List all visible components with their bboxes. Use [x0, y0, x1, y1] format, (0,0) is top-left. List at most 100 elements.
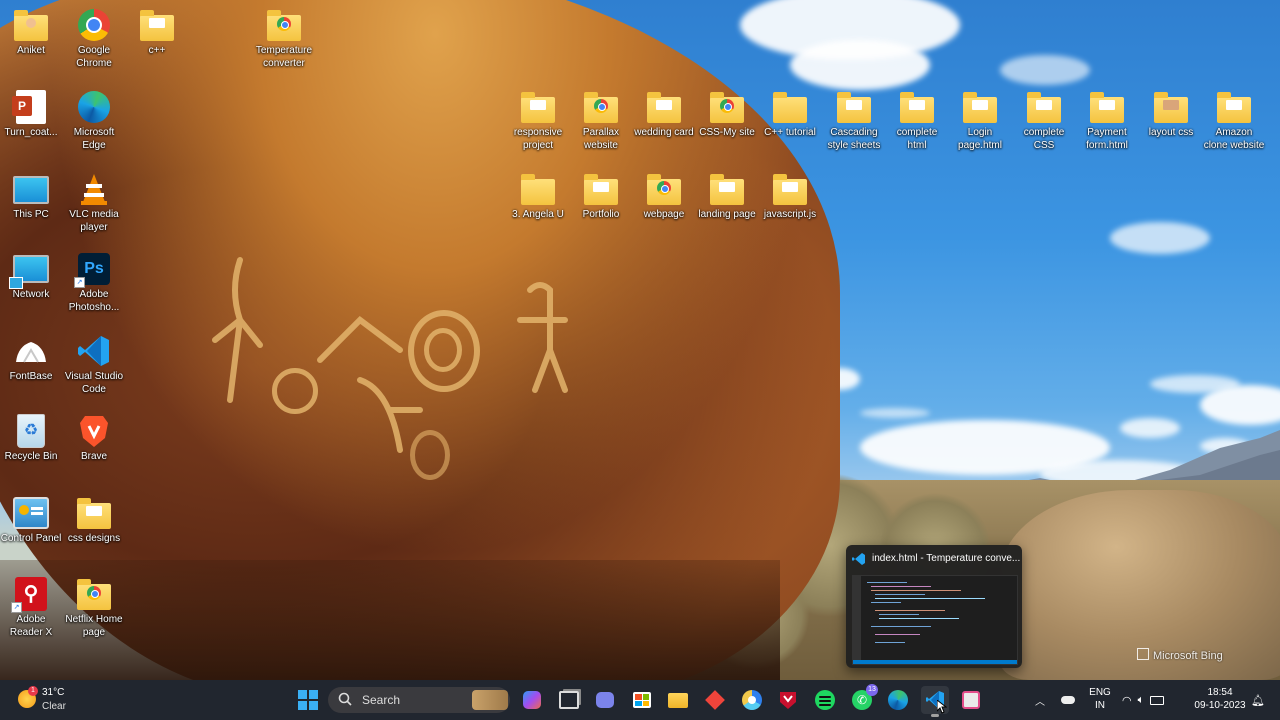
vlc-cone-icon	[81, 174, 107, 205]
desktop-icon-cpp-tutorial[interactable]: C++ tutorial	[759, 90, 821, 139]
desktop-icon-powerpoint[interactable]: P Turn_coat...	[0, 90, 62, 139]
desktop-icon-parallax-website[interactable]: Parallax website	[570, 90, 632, 152]
taskbar-chrome-canary[interactable]	[738, 686, 766, 714]
weather-widget[interactable]: 1 31°C Clear	[14, 684, 94, 716]
desktop-icon-vlc[interactable]: VLC media player	[63, 172, 125, 234]
network-icon	[9, 255, 49, 289]
desktop-icon-network[interactable]: Network	[0, 252, 62, 301]
show-hidden-icons-button[interactable]: ︿	[1028, 686, 1052, 714]
onedrive-tray[interactable]	[1056, 686, 1080, 714]
chrome-icon	[78, 9, 110, 41]
desktop-icon-complete-css[interactable]: complete CSS	[1013, 90, 1075, 152]
edge-icon	[78, 91, 110, 123]
taskbar-snipping-tool[interactable]	[957, 686, 985, 714]
wifi-icon: ◠	[1122, 694, 1132, 707]
mouse-cursor-icon	[937, 700, 947, 714]
desktop-icon-temperature-converter[interactable]: Temperature converter	[253, 8, 315, 70]
folder-icon	[837, 92, 871, 123]
desktop-icon-login-page[interactable]: Login page.html	[949, 90, 1011, 152]
clock-time: 18:54	[1207, 687, 1233, 698]
notifications-button[interactable]: 🔔︎	[1248, 686, 1268, 714]
snipping-tool-icon	[962, 691, 980, 709]
chrome-canary-icon	[742, 690, 762, 710]
preview-window-title: index.html - Temperature conve...	[872, 553, 1021, 564]
taskbar-edge[interactable]	[884, 686, 912, 714]
folder-icon	[584, 174, 618, 205]
taskbar-spotify[interactable]	[811, 686, 839, 714]
region-code: IN	[1095, 700, 1105, 711]
chat-icon	[596, 692, 614, 708]
vscode-icon	[852, 553, 865, 565]
desktop-icon-webpage[interactable]: webpage	[633, 172, 695, 221]
desktop-icon-javascript-js[interactable]: javascript.js	[759, 172, 821, 221]
file-explorer-icon	[668, 692, 688, 708]
desktop-icon-angela-u[interactable]: 3. Angela U	[507, 172, 569, 221]
folder-icon	[1090, 92, 1124, 123]
brave-lion-icon	[80, 416, 108, 447]
preview-thumbnail[interactable]	[852, 575, 1018, 665]
desktop-icon-microsoft-edge[interactable]: Microsoft Edge	[63, 90, 125, 152]
taskbar-teams-chat[interactable]	[591, 686, 619, 714]
desktop-icon-css-my-site[interactable]: CSS-My site	[696, 90, 758, 139]
desktop-icon-wedding-card[interactable]: wedding card	[633, 90, 695, 139]
powerpoint-file-icon: P	[12, 90, 46, 124]
windows-logo-icon	[298, 690, 318, 710]
onedrive-cloud-icon	[1061, 696, 1075, 704]
taskbar-search-box[interactable]: Search	[328, 687, 510, 713]
desktop-icon-brave[interactable]: Brave	[63, 414, 125, 463]
folder-image-icon	[1154, 92, 1188, 123]
chevron-up-icon: ︿	[1035, 696, 1045, 708]
start-button[interactable]	[294, 686, 322, 714]
mcafee-shield-icon	[780, 692, 796, 709]
anydesk-icon	[705, 690, 725, 710]
edge-icon	[888, 690, 908, 710]
clock-date: 09-10-2023	[1194, 700, 1246, 711]
desktop-icon-adobe-reader[interactable]: ⚲ ↗ Adobe Reader X	[0, 577, 62, 639]
monitor-icon	[13, 176, 49, 204]
desktop-icon-vscode[interactable]: Visual Studio Code	[63, 334, 125, 396]
desktop-icon-fontbase[interactable]: FontBase	[0, 334, 62, 383]
desktop-icon-photoshop[interactable]: Ps ↗ Adobe Photosho...	[63, 252, 125, 314]
folder-chrome-icon	[267, 10, 301, 41]
volume-icon: 🔈︎	[1137, 693, 1145, 706]
folder-icon	[773, 174, 807, 205]
desktop-icon-payment-form[interactable]: Payment form.html	[1076, 90, 1138, 152]
vscode-icon	[78, 336, 109, 366]
taskbar-copilot[interactable]	[518, 686, 546, 714]
language-indicator[interactable]: ENG IN	[1086, 687, 1114, 713]
quick-settings-button[interactable]: ◠ 🔈︎	[1122, 688, 1184, 712]
desktop-icon-landing-page[interactable]: landing page	[696, 172, 758, 221]
folder-chrome-icon	[647, 174, 681, 205]
taskbar-window-preview[interactable]: index.html - Temperature conve...	[846, 545, 1022, 668]
folder-icon	[140, 10, 174, 41]
folder-icon	[963, 92, 997, 123]
taskbar-task-view[interactable]	[555, 686, 583, 714]
desktop-icon-complete-html[interactable]: complete html	[886, 90, 948, 152]
desktop-icon-responsive-project[interactable]: responsive project	[507, 90, 569, 152]
desktop-icon-css-designs[interactable]: css designs	[63, 496, 125, 545]
desktop-icon-control-panel[interactable]: Control Panel	[0, 496, 62, 545]
taskbar-anydesk[interactable]	[701, 686, 729, 714]
desktop-icon-layout-css[interactable]: layout css	[1140, 90, 1202, 139]
folder-icon	[900, 92, 934, 123]
desktop-icon-google-chrome[interactable]: Google Chrome	[63, 8, 125, 70]
desktop-icon-portfolio[interactable]: Portfolio	[570, 172, 632, 221]
desktop-icon-amazon-clone-website[interactable]: Amazon clone website	[1203, 90, 1265, 152]
user-folder-icon	[14, 10, 48, 41]
search-icon	[338, 692, 352, 706]
search-label: Search	[362, 693, 401, 707]
desktop-icon-cpp[interactable]: c++	[126, 8, 188, 57]
desktop-icon-user-folder[interactable]: Aniket	[0, 8, 62, 57]
clock[interactable]: 18:54 09-10-2023	[1188, 687, 1252, 713]
desktop-icon-this-pc[interactable]: This PC	[0, 172, 62, 221]
taskbar-whatsapp[interactable]: ✆ 13	[848, 684, 878, 714]
control-panel-icon	[13, 497, 49, 529]
taskbar: 1 31°C Clear Search ✆ 13 ︿ ENG IN ◠ 🔈︎ 1…	[0, 680, 1280, 720]
taskbar-microsoft-store[interactable]	[628, 686, 656, 714]
taskbar-vscode[interactable]	[921, 686, 949, 717]
taskbar-mcafee[interactable]	[774, 686, 802, 714]
desktop-icon-cascading-style-sheets[interactable]: Cascading style sheets	[823, 90, 885, 152]
desktop-icon-recycle-bin[interactable]: ♻ Recycle Bin	[0, 414, 62, 463]
desktop-icon-netflix-home-page[interactable]: Netflix Home page	[63, 577, 125, 639]
taskbar-file-explorer[interactable]	[664, 686, 692, 714]
